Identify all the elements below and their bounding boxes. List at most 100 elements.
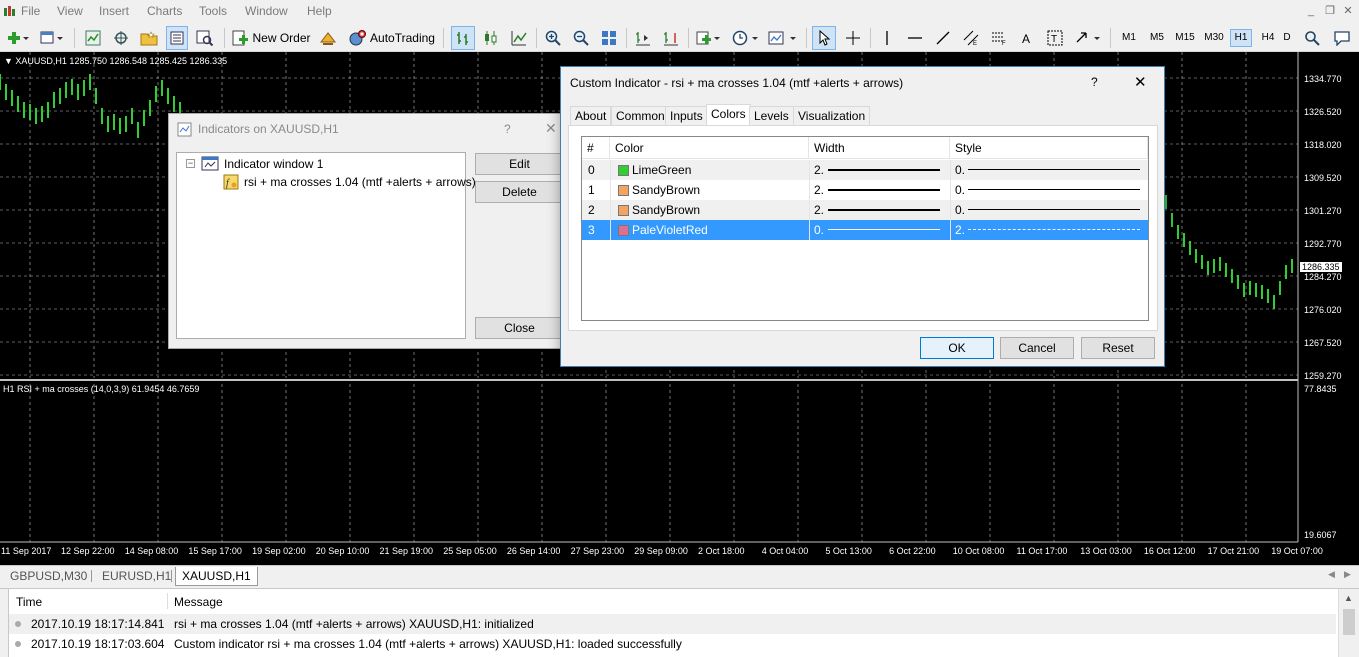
timeframe-m1[interactable]: M1 bbox=[1118, 29, 1140, 47]
width-value[interactable]: 2. bbox=[814, 160, 824, 180]
zoom-in-button[interactable] bbox=[542, 26, 564, 50]
menu-tools[interactable]: Tools bbox=[199, 4, 227, 18]
strategy-tester-button[interactable] bbox=[194, 26, 216, 50]
minimize-icon[interactable]: _ bbox=[1304, 4, 1318, 18]
width-value[interactable]: 2. bbox=[814, 200, 824, 220]
table-row[interactable]: 2 SandyBrown 2. 0. bbox=[582, 200, 1148, 220]
tab-scroll-right-icon[interactable]: ▶ bbox=[1344, 569, 1351, 580]
market-watch-button[interactable] bbox=[82, 26, 104, 50]
color-swatch[interactable] bbox=[618, 165, 629, 176]
tree-collapse-icon[interactable]: − bbox=[186, 159, 195, 168]
chart-shift-button[interactable] bbox=[632, 26, 654, 50]
menu-window[interactable]: Window bbox=[245, 4, 288, 18]
reset-button[interactable]: Reset bbox=[1081, 337, 1155, 359]
table-row[interactable]: 2017.10.19 18:17:03.604 Custom indicator… bbox=[9, 634, 1336, 654]
cursor-button[interactable] bbox=[812, 26, 836, 50]
color-swatch[interactable] bbox=[618, 225, 629, 236]
close-icon[interactable]: ✕ bbox=[1134, 73, 1147, 91]
candlestick-button[interactable] bbox=[480, 26, 502, 50]
menu-file[interactable]: File bbox=[21, 4, 40, 18]
timeframe-m5[interactable]: M5 bbox=[1146, 29, 1168, 47]
bar-chart-button[interactable] bbox=[451, 26, 475, 50]
menu-help[interactable]: Help bbox=[307, 4, 332, 18]
profiles-button[interactable] bbox=[36, 26, 68, 50]
menu-view[interactable]: View bbox=[57, 4, 83, 18]
timeframe-h4[interactable]: H4 bbox=[1257, 29, 1279, 47]
tree-root-label[interactable]: Indicator window 1 bbox=[224, 157, 323, 171]
ok-button[interactable]: OK bbox=[920, 337, 994, 359]
column-header-width[interactable]: Width bbox=[809, 137, 950, 159]
new-order-button[interactable]: New Order bbox=[230, 26, 312, 50]
cancel-button[interactable]: Cancel bbox=[1000, 337, 1074, 359]
column-header-message[interactable]: Message bbox=[174, 595, 223, 609]
text-button[interactable]: A bbox=[1016, 26, 1038, 50]
timeframe-h1[interactable]: H1 bbox=[1230, 29, 1252, 47]
close-icon[interactable]: ✕ bbox=[545, 120, 557, 137]
auto-trading-button[interactable]: AutoTrading bbox=[345, 26, 437, 50]
metaeditor-button[interactable] bbox=[317, 26, 339, 50]
chart-tab-gbpusd[interactable]: GBPUSD,M30 bbox=[4, 567, 93, 585]
menu-charts[interactable]: Charts bbox=[147, 4, 182, 18]
color-swatch[interactable] bbox=[618, 205, 629, 216]
equidistant-channel-button[interactable]: E bbox=[960, 26, 982, 50]
color-name[interactable]: LimeGreen bbox=[632, 160, 691, 180]
chart-tab-eurusd[interactable]: EURUSD,H1 bbox=[96, 567, 177, 585]
crosshair-button[interactable] bbox=[842, 26, 864, 50]
arrows-button[interactable] bbox=[1072, 26, 1104, 50]
delete-button[interactable]: Delete bbox=[475, 181, 564, 203]
edit-button[interactable]: Edit bbox=[475, 153, 564, 175]
style-value[interactable]: 0. bbox=[955, 200, 965, 220]
new-chart-button[interactable] bbox=[3, 26, 33, 50]
column-header-index[interactable]: # bbox=[582, 137, 610, 159]
tab-common[interactable]: Common bbox=[611, 106, 670, 126]
trendline-button[interactable] bbox=[932, 26, 954, 50]
timeframe-m15[interactable]: M15 bbox=[1172, 29, 1198, 47]
scroll-thumb[interactable] bbox=[1343, 609, 1355, 635]
timeframe-m30[interactable]: M30 bbox=[1201, 29, 1227, 47]
tree-child-label[interactable]: rsi + ma crosses 1.04 (mtf +alerts + arr… bbox=[244, 175, 476, 189]
table-row[interactable]: 0 LimeGreen 2. 0. bbox=[582, 160, 1148, 180]
width-value[interactable]: 2. bbox=[814, 180, 824, 200]
column-header-color[interactable]: Color bbox=[610, 137, 809, 159]
tab-levels[interactable]: Levels bbox=[749, 106, 794, 126]
text-label-button[interactable]: T bbox=[1044, 26, 1066, 50]
restore-icon[interactable]: ❐ bbox=[1323, 4, 1337, 18]
data-window-button[interactable] bbox=[110, 26, 132, 50]
tab-colors[interactable]: Colors bbox=[706, 104, 751, 126]
width-value[interactable]: 0. bbox=[814, 220, 824, 240]
chart-tab-xauusd[interactable]: XAUUSD,H1 bbox=[175, 567, 258, 586]
indicator-tree[interactable]: − Indicator window 1 f rsi + ma crosses … bbox=[176, 152, 476, 339]
templates-button[interactable] bbox=[766, 26, 800, 50]
zoom-out-button[interactable] bbox=[570, 26, 592, 50]
help-icon[interactable]: ? bbox=[1091, 75, 1098, 89]
table-row[interactable]: 2017.10.19 18:17:14.841 rsi + ma crosses… bbox=[9, 614, 1336, 634]
scroll-up-icon[interactable]: ▲ bbox=[1344, 593, 1353, 603]
color-name[interactable]: SandyBrown bbox=[632, 180, 700, 200]
line-chart-button[interactable] bbox=[508, 26, 530, 50]
fibonacci-button[interactable]: F bbox=[988, 26, 1010, 50]
menu-insert[interactable]: Insert bbox=[99, 4, 129, 18]
tab-visualization[interactable]: Visualization bbox=[793, 106, 871, 126]
color-name[interactable]: PaleVioletRed bbox=[632, 220, 708, 240]
style-value[interactable]: 2. bbox=[955, 220, 965, 240]
terminal-button[interactable] bbox=[166, 26, 188, 50]
table-row[interactable]: 1 SandyBrown 2. 0. bbox=[582, 180, 1148, 200]
style-value[interactable]: 0. bbox=[955, 180, 965, 200]
periods-button[interactable] bbox=[730, 26, 762, 50]
timeframe-d1[interactable]: D bbox=[1283, 29, 1291, 47]
tab-inputs[interactable]: Inputs bbox=[665, 106, 708, 126]
color-name[interactable]: SandyBrown bbox=[632, 200, 700, 220]
close-button[interactable]: Close bbox=[475, 317, 564, 339]
terminal-side-handle[interactable] bbox=[0, 589, 9, 657]
close-icon[interactable]: ✕ bbox=[1341, 4, 1355, 18]
colors-grid[interactable]: # Color Width Style 0 LimeGreen 2. 0. 1 Sandy… bbox=[581, 136, 1149, 321]
chat-button[interactable] bbox=[1330, 26, 1354, 50]
terminal-scrollbar[interactable]: ▲ bbox=[1338, 589, 1359, 657]
navigator-button[interactable] bbox=[138, 26, 160, 50]
tab-scroll-left-icon[interactable]: ◀ bbox=[1328, 569, 1335, 580]
tab-about[interactable]: About bbox=[570, 106, 612, 126]
column-header-time[interactable]: Time bbox=[16, 595, 42, 609]
help-icon[interactable]: ? bbox=[504, 122, 511, 136]
table-row[interactable]: 3 PaleVioletRed 0. 2. bbox=[582, 220, 1148, 240]
horizontal-line-button[interactable] bbox=[904, 26, 926, 50]
